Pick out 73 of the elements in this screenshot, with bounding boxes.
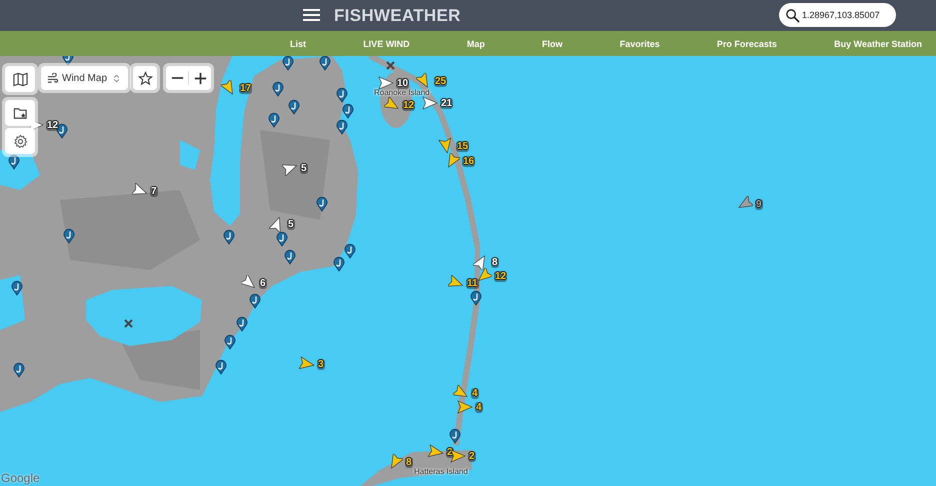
fishing-spot-pin-icon[interactable]: [316, 196, 328, 212]
wind-speed-label: 10: [396, 78, 410, 88]
fishing-spot-pin-icon[interactable]: [470, 290, 482, 306]
search-icon: [785, 8, 800, 22]
nav-link[interactable]: List: [290, 38, 306, 48]
wind-speed-label: 2: [468, 450, 476, 462]
fishing-spot-pin-icon[interactable]: [282, 56, 294, 71]
nav-link[interactable]: Map: [466, 38, 485, 48]
nav-link[interactable]: Flow: [542, 38, 563, 48]
wind-speed-label: 17: [239, 82, 252, 94]
saved-places-button[interactable]: [5, 100, 35, 126]
nav-link[interactable]: Buy Weather Station: [834, 38, 922, 48]
fishing-spot-pin-icon[interactable]: [224, 334, 236, 350]
star-icon: [138, 70, 152, 86]
fishing-spot-pin-icon[interactable]: [288, 99, 300, 115]
fishing-spot-pin-icon[interactable]: [249, 293, 261, 309]
wind-speed-label: 25: [434, 76, 448, 86]
wind-speed-label: 7: [150, 186, 158, 196]
fishing-spot-pin-icon[interactable]: [11, 280, 23, 296]
cross-icon: [386, 61, 395, 70]
favorite-button[interactable]: [133, 66, 157, 90]
wind-speed-label: 16: [462, 156, 476, 166]
wind-speed-label: 11: [466, 278, 479, 288]
wind-speed-label: 6: [259, 278, 267, 288]
settings-button[interactable]: [5, 128, 35, 154]
layer-select[interactable]: Wind Map: [41, 66, 128, 90]
wind-speed-label: 12: [494, 270, 508, 282]
logo[interactable]: FISHWEATHER: [334, 6, 461, 26]
fishing-spot-pin-icon[interactable]: [344, 243, 356, 259]
fishing-spot-pin-icon[interactable]: [284, 249, 296, 265]
wind-speed-label: 4: [475, 402, 483, 412]
fishing-spot-pin-icon[interactable]: [13, 362, 25, 378]
wind-speed-label: 8: [405, 456, 413, 468]
fishing-spot-pin-icon[interactable]: [56, 123, 68, 139]
plus-icon: [192, 70, 208, 86]
folder-star-icon: [12, 106, 28, 120]
cross-icon: [124, 319, 133, 328]
wind-speed-label: 15: [456, 140, 470, 152]
fishing-spot-pin-icon[interactable]: [63, 228, 75, 244]
fishing-spot-pin-icon[interactable]: [236, 316, 248, 332]
fishing-spot-pin-icon[interactable]: [336, 119, 348, 135]
island-label: Hatteras Island: [414, 467, 468, 476]
nav-link[interactable]: LIVE WIND: [363, 38, 410, 48]
fishing-spot-pin-icon[interactable]: [272, 81, 284, 97]
menu-icon[interactable]: [303, 7, 320, 23]
wind-speed-label: 21: [440, 98, 454, 108]
wind-speed-label: 12: [402, 100, 416, 110]
wind-speed-label: 5: [287, 218, 295, 230]
nav-link[interactable]: Favorites: [620, 38, 660, 48]
wind-speed-label: 12: [46, 120, 60, 130]
fishing-spot-pin-icon[interactable]: [268, 112, 280, 128]
fishing-spot-pin-icon[interactable]: [319, 56, 331, 71]
map-layers-button[interactable]: [5, 66, 35, 92]
fishing-spot-pin-icon[interactable]: [223, 229, 235, 245]
fishing-spot-pin-icon[interactable]: [215, 359, 227, 375]
wind-speed-label: 9: [755, 198, 763, 210]
fishing-spot-pin-icon[interactable]: [276, 231, 288, 247]
search-bar[interactable]: 1.28967,103.85007: [779, 3, 896, 27]
fishing-spot-pin-icon[interactable]: [342, 103, 354, 119]
wind-speed-label: 5: [300, 162, 308, 174]
fishing-spot-pin-icon[interactable]: [8, 154, 20, 170]
wind-speed-label: 4: [471, 388, 479, 398]
map-icon: [12, 72, 28, 86]
minus-icon: [170, 77, 184, 79]
wind-speed-label: 8: [491, 256, 499, 268]
wind-speed-label: 3: [317, 358, 325, 370]
settings-icon: [12, 134, 28, 148]
fishing-spot-pin-icon[interactable]: [449, 428, 461, 444]
wind-icon: [47, 72, 58, 84]
fishing-spot-pin-icon[interactable]: [336, 87, 348, 103]
google-attribution: Google: [1, 471, 40, 485]
nav-link[interactable]: Pro Forecasts: [716, 38, 777, 48]
fishing-spot-pin-icon[interactable]: [333, 256, 345, 272]
